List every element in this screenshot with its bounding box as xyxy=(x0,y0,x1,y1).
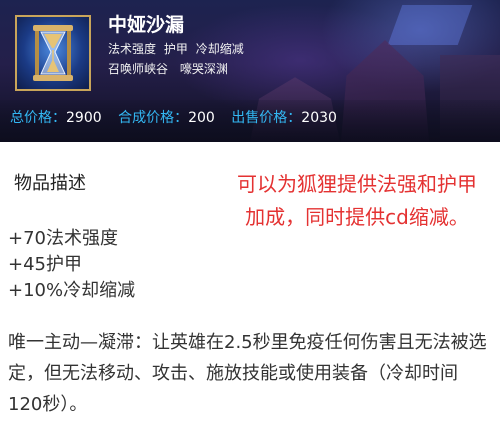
hourglass-icon-graphic xyxy=(33,25,73,81)
map-summoners-rift: 召唤师峡谷 xyxy=(108,62,169,76)
stat-armor: +45护甲 xyxy=(8,254,82,275)
tag-ability-power: 法术强度 xyxy=(108,42,157,56)
background-glow xyxy=(387,5,473,45)
description-title: 物品描述 xyxy=(14,173,86,194)
tag-armor: 护甲 xyxy=(163,42,188,56)
annotation-line-1: 可以为狐狸提供法强和护甲 xyxy=(237,172,477,196)
item-maps: 召唤师峡谷 嚎哭深渊 xyxy=(108,61,236,78)
total-price-label: 总价格： xyxy=(10,110,66,126)
item-name: 中娅沙漏 xyxy=(108,14,185,36)
total-price-value: 2900 xyxy=(66,110,102,126)
annotation-line-2: 加成，同时提供cd缩减。 xyxy=(245,205,469,229)
stat-cooldown-reduction: +10%冷却缩减 xyxy=(8,280,136,301)
item-header: 中娅沙漏 法术强度 护甲 冷却缩减 召唤师峡谷 嚎哭深渊 总价格：2900 合成… xyxy=(0,0,500,142)
active-ability-description: 唯一主动—凝滞：让英雄在2.5秒里免疫任何伤害且无法被选定，但无法移动、攻击、施… xyxy=(8,332,487,415)
tag-cooldown-reduction: 冷却缩减 xyxy=(195,42,244,56)
item-tags: 法术强度 护甲 冷却缩减 xyxy=(108,41,248,58)
combine-price-label: 合成价格： xyxy=(118,110,189,126)
sell-price-value: 2030 xyxy=(301,110,337,126)
combine-price-value: 200 xyxy=(188,110,215,126)
red-annotation: 可以为狐狸提供法强和护甲 加成，同时提供cd缩减。 xyxy=(222,168,492,234)
item-stats: +70法术强度 +45护甲 +10%冷却缩减 xyxy=(8,226,135,304)
map-howling-abyss: 嚎哭深渊 xyxy=(179,62,228,76)
stat-ability-power: +70法术强度 xyxy=(8,228,118,249)
price-row: 总价格：2900 合成价格：200 出售价格：2030 xyxy=(10,108,349,128)
sell-price-label: 出售价格： xyxy=(231,110,302,126)
hourglass-icon xyxy=(15,15,91,91)
